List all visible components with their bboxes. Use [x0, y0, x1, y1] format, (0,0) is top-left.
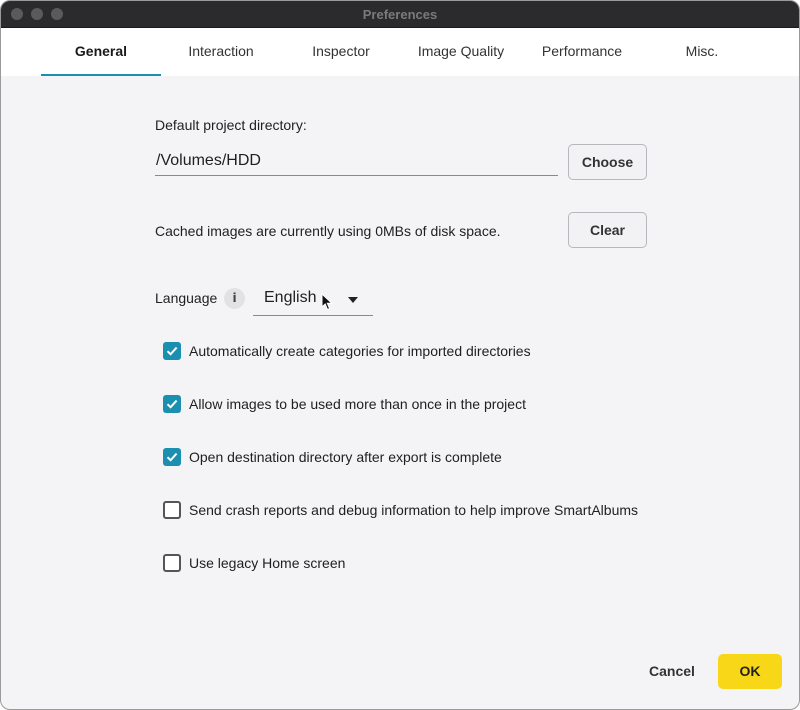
checkmark-icon: [166, 399, 178, 409]
preferences-window: Preferences General Interaction Inspecto…: [0, 0, 800, 710]
info-icon[interactable]: i: [224, 288, 245, 309]
option-label: Automatically create categories for impo…: [189, 343, 531, 359]
option-label: Send crash reports and debug information…: [189, 502, 639, 518]
tab-misc[interactable]: Misc.: [642, 28, 762, 76]
language-label: Language: [155, 290, 218, 306]
tab-general[interactable]: General: [41, 28, 161, 76]
tab-image-quality[interactable]: Image Quality: [401, 28, 521, 76]
checkbox-checked[interactable]: [163, 448, 181, 466]
option-label: Open destination directory after export …: [189, 449, 502, 465]
choose-button[interactable]: Choose: [568, 144, 647, 180]
checkbox-unchecked[interactable]: [163, 554, 181, 572]
checkbox-unchecked[interactable]: [163, 501, 181, 519]
tab-bar: General Interaction Inspector Image Qual…: [1, 28, 799, 76]
window-title: Preferences: [362, 7, 438, 22]
project-directory-input[interactable]: [155, 146, 558, 176]
checkbox-checked[interactable]: [163, 395, 181, 413]
language-select[interactable]: English: [253, 284, 373, 316]
tab-performance[interactable]: Performance: [522, 28, 642, 76]
title-bar: Preferences: [1, 1, 799, 28]
mouse-cursor-icon: [321, 293, 333, 311]
cancel-button[interactable]: Cancel: [641, 655, 703, 687]
tab-inspector[interactable]: Inspector: [281, 28, 401, 76]
checkmark-icon: [166, 452, 178, 462]
option-label: Allow images to be used more than once i…: [189, 396, 526, 412]
language-selected-value: English: [264, 289, 317, 306]
ok-button[interactable]: OK: [718, 654, 782, 689]
caret-down-icon: [348, 297, 358, 303]
checkmark-icon: [166, 346, 178, 356]
tab-interaction[interactable]: Interaction: [161, 28, 281, 76]
option-label: Use legacy Home screen: [189, 555, 346, 571]
checkbox-checked[interactable]: [163, 342, 181, 360]
project-directory-label: Default project directory:: [155, 117, 307, 133]
clear-cache-button[interactable]: Clear: [568, 212, 647, 248]
cache-usage-text: Cached images are currently using 0MBs o…: [155, 223, 501, 239]
